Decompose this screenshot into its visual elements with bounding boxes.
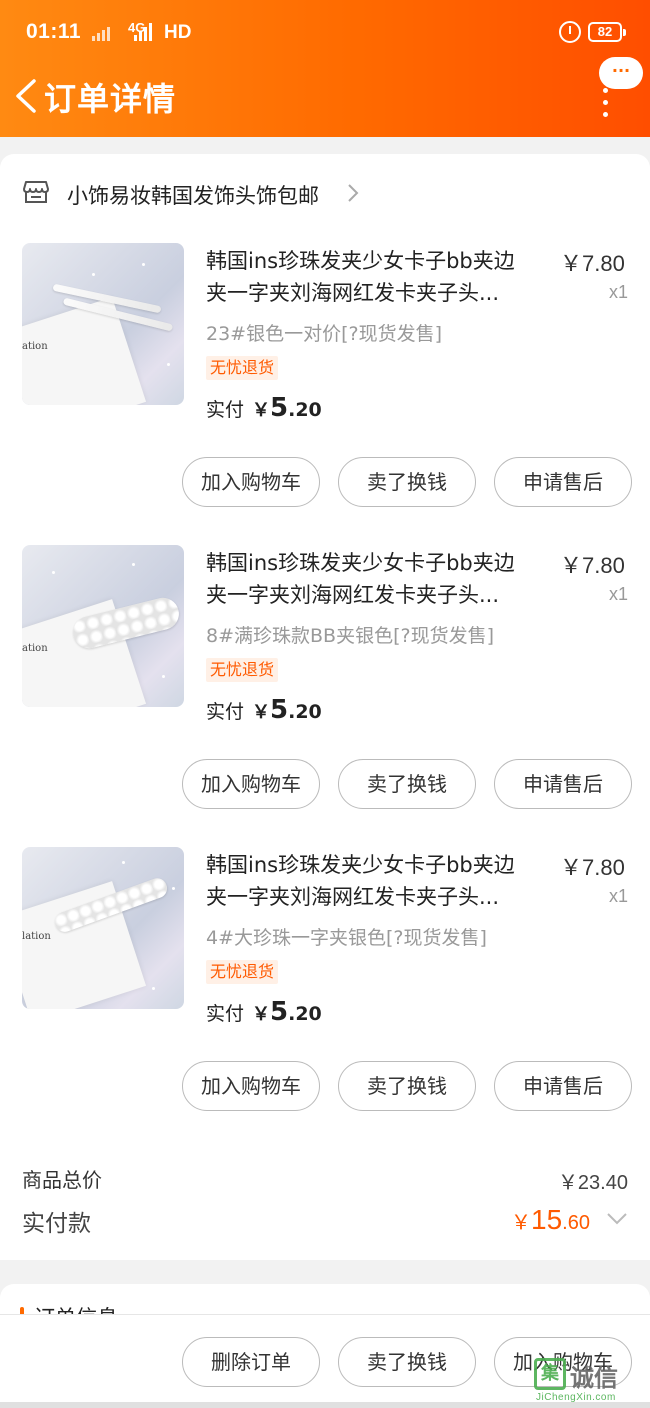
return-guarantee-badge: 无忧退货 (206, 960, 279, 984)
watermark-box: 集 (534, 1358, 566, 1390)
quantity: x1 (609, 886, 629, 906)
wifi-signal-icon (92, 23, 110, 41)
paid-total-label: 实付款 (22, 1211, 91, 1237)
more-menu-button[interactable]: ··· (599, 57, 643, 89)
return-guarantee-badge: 无忧退货 (206, 356, 279, 380)
product-thumbnail[interactable]: lation (22, 847, 184, 1009)
hd-label: HD (164, 22, 192, 43)
unit-price: ￥7.80 (560, 855, 625, 880)
product-title-line1: 韩国ins珍珠发夹少女卡子bb夹边 (206, 551, 515, 575)
unit-price: ￥7.80 (560, 553, 625, 578)
after-sales-button[interactable]: 申请售后 (494, 759, 632, 809)
return-guarantee-badge: 无忧退货 (206, 658, 279, 682)
watermark-text: 诚信 (570, 1364, 618, 1392)
after-sales-button[interactable]: 申请售后 (494, 457, 632, 507)
after-sales-button[interactable]: 申请售后 (494, 1061, 632, 1111)
watermark-logo: 集 诚信 JiChengXin.com (534, 1356, 646, 1406)
product-sku: 23#银色一对价[?现货发售] (206, 323, 443, 345)
quantity: x1 (609, 584, 629, 604)
shop-name[interactable]: 小饰易妆韩国发饰头饰包邮 (67, 180, 319, 210)
paid-amount: 实付 ￥5.20 (206, 997, 322, 1027)
status-time: 01:11 (26, 20, 82, 43)
order-item[interactable]: ation 韩国ins珍珠发夹少女卡子bb夹边 夹一字夹刘海网红发卡夹子头...… (0, 243, 650, 545)
product-title-line2: 夹一字夹刘海网红发卡夹子头... (206, 281, 500, 305)
product-title[interactable]: 韩国ins珍珠发夹少女卡子bb夹边 夹一字夹刘海网红发卡夹子头... (206, 245, 552, 309)
back-arrow-icon[interactable] (12, 78, 40, 114)
order-item[interactable]: lation 韩国ins珍珠发夹少女卡子bb夹边 夹一字夹刘海网红发卡夹子头..… (0, 847, 650, 1149)
quantity: x1 (609, 282, 629, 302)
product-sku: 8#满珍珠款BB夹银色[?现货发售] (206, 625, 494, 647)
goods-total-label: 商品总价 (22, 1168, 102, 1192)
resell-button[interactable]: 卖了换钱 (338, 1337, 476, 1387)
app-header: 01:11 4G HD 82 订单详情 ··· (0, 0, 650, 137)
status-bar: 01:11 4G HD 82 (0, 0, 650, 62)
product-sku: 4#大珍珠一字夹银色[?现货发售] (206, 927, 487, 949)
thumbnail-caption: lation (22, 931, 51, 942)
product-title-line2: 夹一字夹刘海网红发卡夹子头... (206, 885, 500, 909)
goods-total-value: ￥23.40 (557, 1172, 628, 1194)
thumbnail-caption: ation (22, 341, 48, 352)
add-to-cart-button[interactable]: 加入购物车 (182, 457, 320, 507)
alarm-icon (559, 21, 581, 43)
cell-signal-icon (134, 23, 152, 41)
resell-button[interactable]: 卖了换钱 (338, 759, 476, 809)
product-title-line1: 韩国ins珍珠发夹少女卡子bb夹边 (206, 249, 515, 273)
product-title[interactable]: 韩国ins珍珠发夹少女卡子bb夹边 夹一字夹刘海网红发卡夹子头... (206, 849, 552, 913)
paid-total-value[interactable]: ￥15.60 (511, 1204, 590, 1236)
thumbnail-caption: ation (22, 643, 48, 654)
resell-button[interactable]: 卖了换钱 (338, 1061, 476, 1111)
paid-amount: 实付 ￥5.20 (206, 393, 322, 423)
product-title-line1: 韩国ins珍珠发夹少女卡子bb夹边 (206, 853, 515, 877)
order-card: 小饰易妆韩国发饰头饰包邮 ation 韩国ins珍珠发夹少女卡子bb夹边 夹一字… (0, 154, 650, 1260)
more-dots-icon[interactable] (603, 88, 609, 117)
product-thumbnail[interactable]: ation (22, 243, 184, 405)
order-item[interactable]: ation 韩国ins珍珠发夹少女卡子bb夹边 夹一字夹刘海网红发卡夹子头...… (0, 545, 650, 847)
chevron-right-icon (348, 184, 359, 202)
battery-icon: 82 (588, 22, 626, 42)
product-thumbnail[interactable]: ation (22, 545, 184, 707)
delete-order-button[interactable]: 删除订单 (182, 1337, 320, 1387)
store-icon (23, 181, 49, 203)
chevron-down-icon[interactable] (606, 1212, 628, 1226)
product-title-line2: 夹一字夹刘海网红发卡夹子头... (206, 583, 500, 607)
add-to-cart-button[interactable]: 加入购物车 (182, 759, 320, 809)
resell-button[interactable]: 卖了换钱 (338, 457, 476, 507)
watermark-url: JiChengXin.com (536, 1392, 616, 1403)
product-title[interactable]: 韩国ins珍珠发夹少女卡子bb夹边 夹一字夹刘海网红发卡夹子头... (206, 547, 552, 611)
paid-amount: 实付 ￥5.20 (206, 695, 322, 725)
add-to-cart-button[interactable]: 加入购物车 (182, 1061, 320, 1111)
shop-row[interactable]: 小饰易妆韩国发饰头饰包邮 (0, 154, 650, 232)
unit-price: ￥7.80 (560, 251, 625, 276)
page-title: 订单详情 (44, 80, 177, 118)
